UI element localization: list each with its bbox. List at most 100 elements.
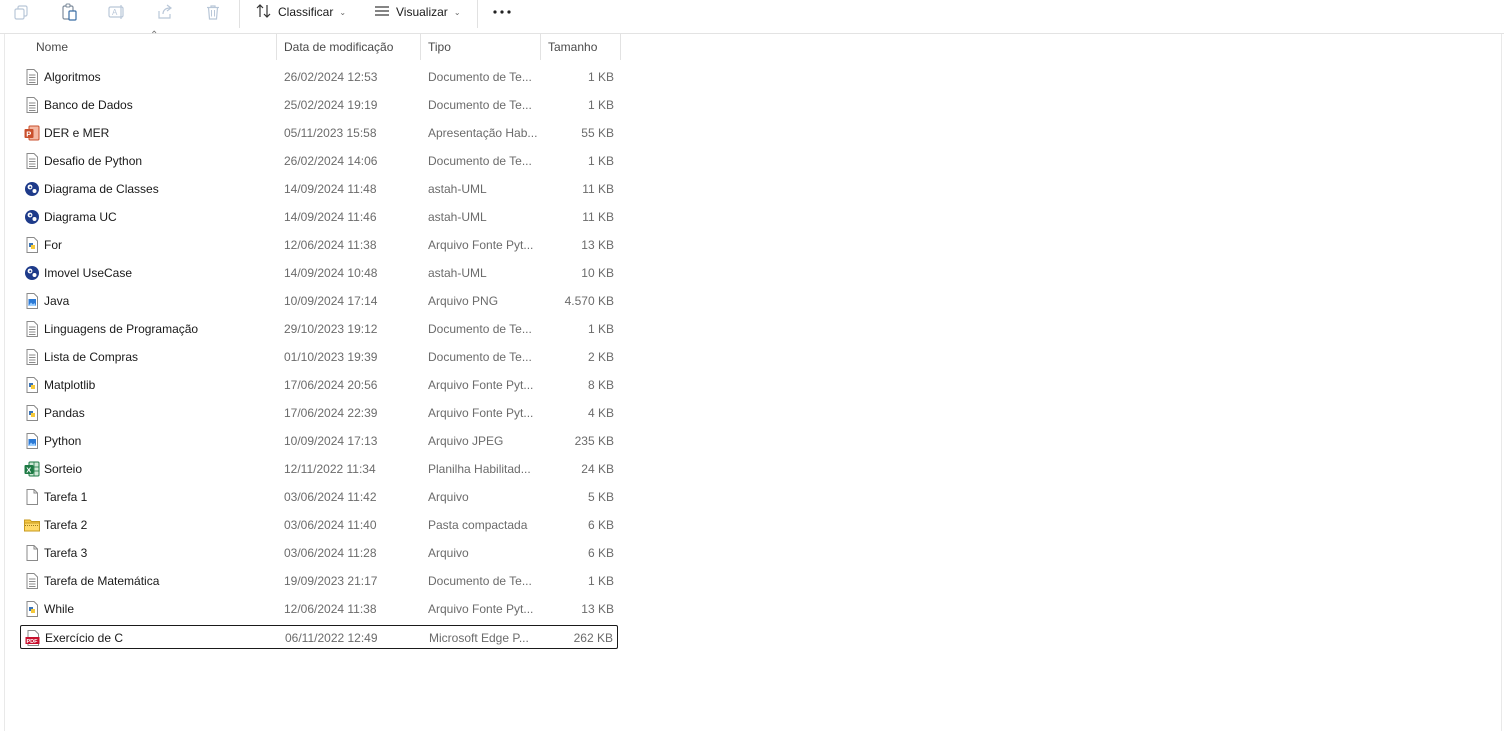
astah-icon [24,265,40,281]
file-size: 6 KB [587,518,614,532]
delete-icon[interactable] [202,2,224,22]
file-name: Imovel UseCase [44,266,133,280]
file-type: Arquivo [428,546,469,560]
file-type: Documento de Te... [428,574,532,588]
file-row[interactable]: Python 10/09/2024 17:13 Arquivo JPEG 235 KB [20,429,618,453]
file-row[interactable]: Java 10/09/2024 17:14 Arquivo PNG 4.570 KB [20,289,618,313]
command-bar: A Classificar ⌄ Visualizar ⌄ [0,0,1504,34]
file-name: Java [44,294,70,308]
sort-icon [256,3,272,22]
svg-text:P: P [26,130,31,139]
excel-icon: X [24,461,40,477]
file-date-modified: 14/09/2024 11:46 [284,210,377,224]
file-type: astah-UML [428,266,487,280]
file-name: Pandas [44,406,85,420]
file-row[interactable]: Matplotlib 17/06/2024 20:56 Arquivo Fonte … [20,373,618,397]
text-document-icon [24,349,40,365]
file-size: 1 KB [587,574,614,588]
file-type: astah-UML [428,182,487,196]
chevron-down-icon: ⌄ [339,7,347,17]
file-size: 1 KB [587,154,614,168]
file-row[interactable]: Algoritmos 26/02/2024 12:53 Documento de T… [20,65,618,89]
file-type: Arquivo Fonte Pyt... [428,602,534,616]
text-document-icon [24,97,40,113]
file-type: Documento de Te... [428,154,532,168]
file-size: 6 KB [587,546,614,560]
rename-icon[interactable]: A [106,2,128,22]
file-name: Lista de Compras [44,350,139,364]
sort-button[interactable]: Classificar ⌄ [256,0,346,24]
file-size: 262 KB [573,631,613,645]
toolbar-separator [239,0,240,28]
file-row[interactable]: While 12/06/2024 11:38 Arquivo Fonte Pyt..… [20,597,618,621]
file-row[interactable]: For 12/06/2024 11:38 Arquivo Fonte Pyt... 1… [20,233,618,257]
file-row[interactable]: Lista de Compras 01/10/2023 19:39 Document… [20,345,618,369]
file-name: Algoritmos [44,70,101,84]
file-size: 1 KB [587,98,614,112]
file-row[interactable]: Banco de Dados 25/02/2024 19:19 Documento … [20,93,618,117]
file-date-modified: 29/10/2023 19:12 [284,322,378,336]
pane-border-right [1501,34,1502,731]
zip-folder-icon [24,517,40,533]
copy-icon[interactable] [10,2,32,22]
paste-icon[interactable] [58,2,80,22]
chevron-down-icon: ⌄ [453,7,461,17]
column-header-type[interactable]: Tipo [421,34,541,60]
file-row[interactable]: Tarefa 3 03/06/2024 11:28 Arquivo 6 KB [20,541,618,565]
file-row[interactable]: Tarefa de Matemática 19/09/2023 21:17 Docu… [20,569,618,593]
python-file-icon [24,377,40,393]
column-divider[interactable] [620,34,621,60]
astah-icon [24,209,40,225]
file-date-modified: 17/06/2024 20:56 [284,378,378,392]
file-date-modified: 26/02/2024 14:06 [284,154,378,168]
file-row[interactable]: Desafio de Python 26/02/2024 14:06 Documen… [20,149,618,173]
file-date-modified: 03/06/2024 11:42 [284,490,377,504]
file-size: 55 KB [581,126,614,140]
file-size: 13 KB [581,238,614,252]
file-type: Arquivo [428,490,469,504]
file-row[interactable]: P DER e MER 05/11/2023 15:58 Apresentação H… [20,121,618,145]
column-header-date[interactable]: Data de modificação [277,34,421,60]
file-type: Arquivo Fonte Pyt... [428,238,534,252]
image-file-icon [24,433,40,449]
file-row[interactable]: Tarefa 2 03/06/2024 11:40 Pasta compactada… [20,513,618,537]
file-name: Matplotlib [44,378,96,392]
file-type: Arquivo Fonte Pyt... [428,378,534,392]
file-type: Documento de Te... [428,350,532,364]
file-date-modified: 19/09/2023 21:17 [284,574,378,588]
file-row[interactable]: Diagrama de Classes 14/09/2024 11:48 astah… [20,177,618,201]
file-type: Apresentação Hab... [428,126,538,140]
file-row[interactable]: PDF Exercício de C 06/11/2022 12:49 Microso… [20,625,618,649]
file-name: Desafio de Python [44,154,143,168]
file-row[interactable]: Diagrama UC 14/09/2024 11:46 astah-UML 11 K… [20,205,618,229]
sort-ascending-icon: ⌃ [150,30,159,41]
file-type: Arquivo JPEG [428,434,504,448]
file-date-modified: 10/09/2024 17:14 [284,294,378,308]
file-type: Arquivo Fonte Pyt... [428,406,534,420]
file-size: 11 KB [582,182,614,196]
toolbar-separator [477,0,478,28]
file-size: 13 KB [581,602,614,616]
file-name: Tarefa 2 [44,518,88,532]
image-file-icon [24,293,40,309]
astah-icon [24,181,40,197]
view-button[interactable]: Visualizar ⌄ [374,0,461,24]
file-date-modified: 26/02/2024 12:53 [284,70,378,84]
file-type: Microsoft Edge P... [429,631,529,645]
file-row[interactable]: Linguagens de Programação 29/10/2023 19:1… [20,317,618,341]
file-name: Banco de Dados [44,98,133,112]
column-header-size[interactable]: Tamanho [541,34,621,60]
file-name: Exercício de C [45,631,124,645]
more-options-button[interactable] [491,2,513,22]
file-type: Planilha Habilitad... [428,462,531,476]
powerpoint-icon: P [24,125,40,141]
share-icon[interactable] [154,2,176,22]
file-row[interactable]: Tarefa 1 03/06/2024 11:42 Arquivo 5 KB [20,485,618,509]
svg-text:PDF: PDF [27,639,39,645]
file-row[interactable]: Imovel UseCase 14/09/2024 10:48 astah-UML 1… [20,261,618,285]
svg-text:X: X [26,466,31,475]
file-row[interactable]: Pandas 17/06/2024 22:39 Arquivo Fonte Pyt.… [20,401,618,425]
file-row[interactable]: X Sorteio 12/11/2022 11:34 Planilha Habilit… [20,457,618,481]
column-header-name[interactable]: ⌃ Nome [20,30,277,60]
file-size: 4.570 KB [564,294,614,308]
